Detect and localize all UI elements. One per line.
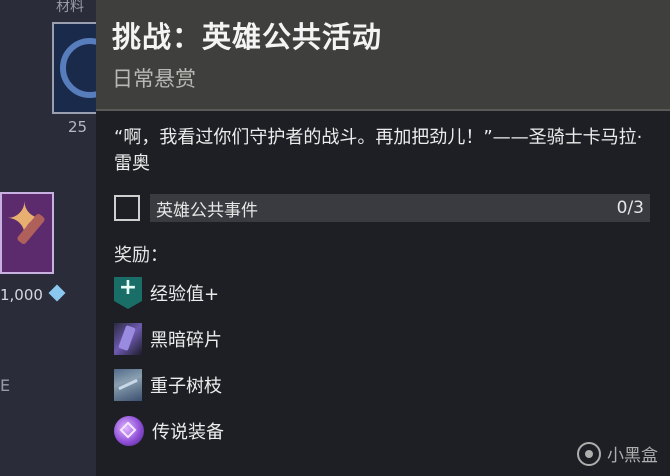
objective-label: 英雄公共事件 — [156, 200, 258, 221]
reward-item: 经验值+ — [114, 271, 650, 315]
objective-checkbox — [114, 195, 140, 221]
objective-progress-bar: 英雄公共事件 0/3 — [150, 194, 650, 222]
heybox-logo-icon — [577, 441, 601, 466]
vendor-item-tile-weapon[interactable]: ✦ — [0, 192, 54, 274]
legendary-gear-icon — [114, 416, 144, 446]
reward-item: 重子树枝 — [114, 363, 650, 407]
vendor-item-tile-material[interactable] — [52, 22, 100, 114]
bounty-type: 日常悬赏 — [112, 67, 196, 91]
swirl-icon — [60, 38, 98, 98]
objective-progress: 0/3 — [616, 198, 644, 218]
price-value: 1,000 — [0, 286, 43, 304]
objective-row: 英雄公共事件 0/3 — [114, 193, 650, 223]
reward-name: 传说装备 — [152, 422, 224, 443]
watermark-text: 小黑盒 — [607, 446, 658, 466]
bounty-title: 挑战：英雄公共活动 — [112, 20, 383, 54]
glimmer-currency-icon — [48, 284, 66, 302]
vendor-item-count: 25 — [68, 118, 88, 136]
bounty-description: “啊，我看过你们守护者的战斗。再加把劲儿！”——圣骑士卡马拉·雷奥 — [114, 127, 643, 174]
reward-name: 重子树枝 — [150, 376, 222, 397]
dark-shard-icon — [114, 323, 142, 355]
xp-icon — [114, 275, 142, 309]
tooltip-body: “啊，我看过你们守护者的战斗。再加把劲儿！”——圣骑士卡马拉·雷奥 英雄公共事件… — [96, 111, 670, 453]
rewards-heading: 奖励： — [114, 245, 168, 266]
bounty-tooltip: 挑战：英雄公共活动 日常悬赏 “啊，我看过你们守护者的战斗。再加把劲儿！”——圣… — [96, 0, 670, 476]
vendor-item-price: 1,000 — [0, 284, 66, 304]
reward-item: 黑暗碎片 — [114, 317, 650, 361]
vendor-side-text: E — [0, 376, 11, 395]
reward-name: 经验值+ — [150, 284, 220, 305]
tooltip-header: 挑战：英雄公共活动 日常悬赏 — [96, 0, 670, 111]
reward-item: 传说装备 — [114, 409, 650, 453]
vendor-category-label: 材料 — [56, 0, 84, 15]
reward-name: 黑暗碎片 — [150, 330, 222, 351]
watermark: 小黑盒 — [577, 441, 658, 466]
baryon-bough-icon — [114, 369, 142, 401]
